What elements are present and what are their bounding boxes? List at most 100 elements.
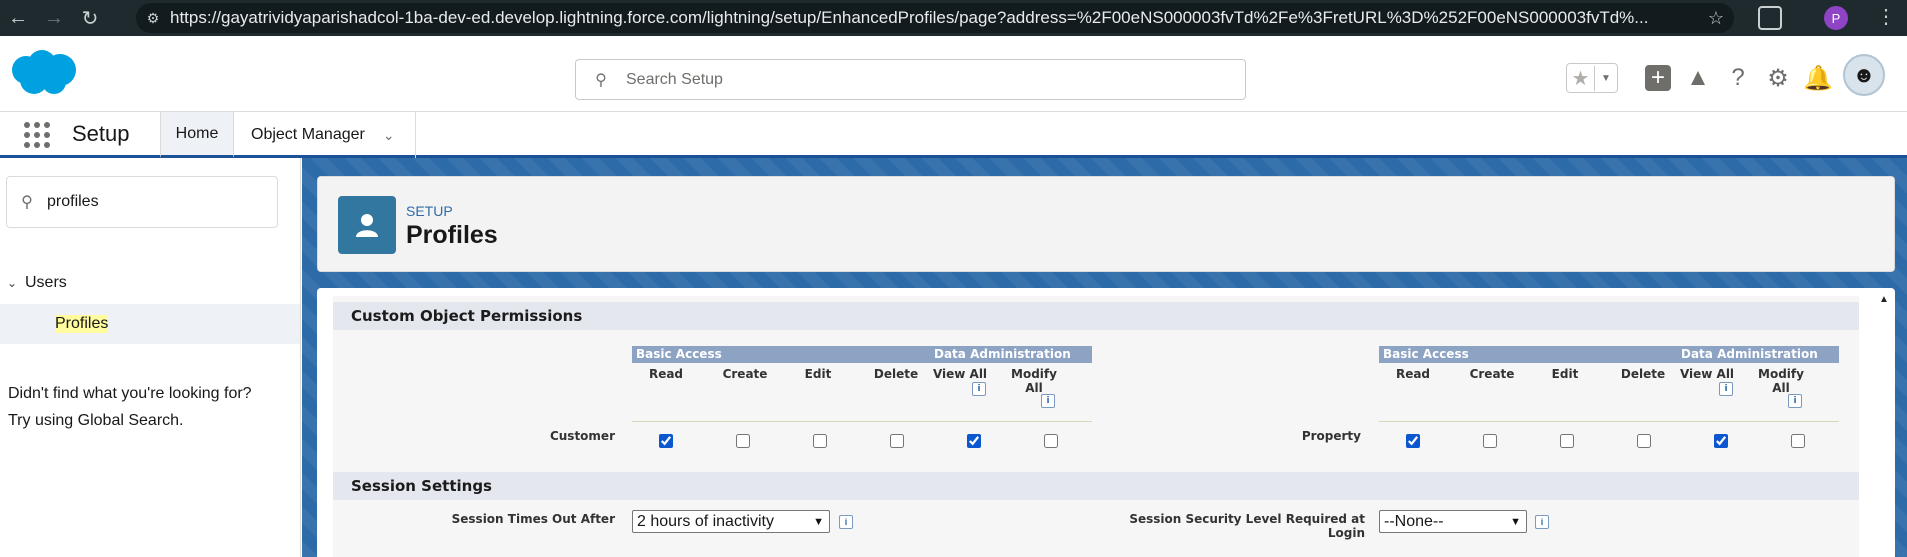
property-view-all-checkbox[interactable] xyxy=(1714,434,1728,448)
browser-menu-icon[interactable]: ⋮ xyxy=(1876,4,1896,29)
chevron-down-icon[interactable]: ⌄ xyxy=(2,276,22,290)
user-avatar[interactable]: ☻ xyxy=(1843,54,1885,96)
scroll-up-arrow-icon[interactable]: ▲ xyxy=(1879,294,1889,305)
session-timeout-label: Session Times Out After xyxy=(451,512,615,526)
customer-delete-checkbox[interactable] xyxy=(890,434,904,448)
browser-toolbar: ← → ↻ ⚙ https://gayatrividyaparishadcol-… xyxy=(0,0,1907,36)
session-timeout-select[interactable]: 2 hours of inactivity ▼ xyxy=(632,510,830,533)
col-delete: Delete xyxy=(1620,367,1666,381)
address-bar[interactable]: ⚙ https://gayatrividyaparishadcol-1ba-de… xyxy=(136,3,1734,33)
col-view-all-label: View All xyxy=(1679,367,1735,381)
row-separator xyxy=(1379,421,1839,422)
not-found-message: Didn't find what you're looking for? Try… xyxy=(8,380,252,434)
salesforce-logo-icon[interactable] xyxy=(6,48,80,98)
chevron-down-icon[interactable]: ⌄ xyxy=(383,127,395,144)
customer-edit-checkbox[interactable] xyxy=(813,434,827,448)
col-view-all: View All i xyxy=(930,367,990,396)
reload-icon[interactable]: ↻ xyxy=(72,0,108,36)
notifications-bell-icon[interactable]: 🔔 xyxy=(1798,64,1838,93)
col-read: Read xyxy=(648,367,684,381)
setup-gear-icon[interactable]: ⚙ xyxy=(1758,64,1798,93)
site-info-icon[interactable]: ⚙ xyxy=(136,10,170,27)
property-edit-checkbox[interactable] xyxy=(1560,434,1574,448)
app-launcher-icon[interactable] xyxy=(24,122,50,148)
customer-create-checkbox[interactable] xyxy=(736,434,750,448)
not-found-line-1: Didn't find what you're looking for? xyxy=(8,385,252,402)
header-actions: ★ ▼ + ▲ ? ⚙ 🔔 xyxy=(1566,63,1838,93)
property-delete-checkbox[interactable] xyxy=(1637,434,1651,448)
customer-read-checkbox[interactable] xyxy=(659,434,673,448)
quick-find-input[interactable] xyxy=(47,193,267,211)
global-actions-icon[interactable]: + xyxy=(1638,64,1678,92)
session-security-label-line-2: Login xyxy=(1327,526,1365,540)
col-modify-all-label: Modify All xyxy=(1758,367,1804,395)
col-modify-all: Modify All i xyxy=(1009,367,1059,408)
page-eyebrow: SETUP xyxy=(406,203,453,219)
global-header: ⚲ ★ ▼ + ▲ ? ⚙ 🔔 ☻ xyxy=(0,36,1907,112)
favorites-group: ★ ▼ xyxy=(1566,63,1618,93)
basic-access-header: Basic Access xyxy=(1379,346,1677,363)
extensions-icon[interactable] xyxy=(1758,6,1782,30)
browser-profile-avatar[interactable]: P xyxy=(1824,6,1848,30)
favorites-star-icon[interactable]: ★ xyxy=(1567,65,1595,91)
help-icon[interactable]: ? xyxy=(1718,64,1758,92)
info-icon[interactable]: i xyxy=(1788,393,1802,408)
session-security-label: Session Security Level Required at Login xyxy=(1093,512,1365,540)
col-delete: Delete xyxy=(873,367,919,381)
profile-detail-inner: Custom Object Permissions Basic Access D… xyxy=(333,296,1859,557)
customer-modify-all-checkbox[interactable] xyxy=(1044,434,1058,448)
tab-object-manager-label: Object Manager xyxy=(251,126,365,143)
col-edit: Edit xyxy=(1551,367,1579,381)
trailhead-icon[interactable]: ▲ xyxy=(1678,64,1718,92)
col-edit: Edit xyxy=(804,367,832,381)
tree-node-users[interactable]: ⌄ Users xyxy=(0,274,67,292)
basic-access-header: Basic Access xyxy=(632,346,930,363)
data-admin-header: Data Administration xyxy=(1677,346,1839,363)
info-icon[interactable]: i xyxy=(972,381,986,396)
user-profile-icon xyxy=(338,196,396,254)
col-view-all: View All i xyxy=(1677,367,1737,396)
session-security-value: --None-- xyxy=(1384,512,1444,530)
context-nav: Setup Home Object Manager ⌄ xyxy=(0,112,1907,158)
property-modify-all-checkbox[interactable] xyxy=(1791,434,1805,448)
page-header: SETUP Profiles xyxy=(317,176,1895,272)
setup-search-box[interactable]: ⚲ xyxy=(575,59,1246,100)
quick-find-box[interactable]: ⚲ xyxy=(6,176,278,228)
col-modify-all-label: Modify All xyxy=(1011,367,1057,395)
profile-detail-panel: Custom Object Permissions Basic Access D… xyxy=(317,288,1895,557)
info-icon[interactable]: i xyxy=(839,515,853,529)
section-custom-object-permissions: Custom Object Permissions xyxy=(333,302,1859,330)
col-create: Create xyxy=(722,367,768,381)
customer-view-all-checkbox[interactable] xyxy=(967,434,981,448)
favorites-dropdown-icon[interactable]: ▼ xyxy=(1595,73,1617,84)
info-icon[interactable]: i xyxy=(1535,515,1549,529)
session-security-select[interactable]: --None-- ▼ xyxy=(1379,510,1527,533)
tree-node-users-label: Users xyxy=(25,274,67,291)
tree-node-profiles[interactable]: Profiles xyxy=(0,304,300,344)
property-create-checkbox[interactable] xyxy=(1483,434,1497,448)
info-icon[interactable]: i xyxy=(1041,393,1055,408)
tab-home-label: Home xyxy=(175,124,219,142)
url-text[interactable]: https://gayatrividyaparishadcol-1ba-dev-… xyxy=(170,8,1670,28)
tab-object-manager[interactable]: Object Manager ⌄ xyxy=(234,112,416,158)
search-icon: ⚲ xyxy=(595,71,607,89)
setup-sidebar: ⚲ ⌄ Users Profiles Didn't find what you'… xyxy=(0,158,301,557)
session-timeout-value: 2 hours of inactivity xyxy=(637,512,774,530)
back-icon[interactable]: ← xyxy=(0,0,36,36)
object-name: Customer xyxy=(549,429,615,443)
chevron-down-icon: ▼ xyxy=(813,515,824,528)
bookmark-star-icon[interactable]: ☆ xyxy=(1708,8,1724,29)
info-icon[interactable]: i xyxy=(1719,381,1733,396)
forward-icon[interactable]: → xyxy=(36,0,72,36)
col-view-all-label: View All xyxy=(932,367,988,381)
property-read-checkbox[interactable] xyxy=(1406,434,1420,448)
page-title: Profiles xyxy=(406,221,498,249)
chevron-down-icon: ▼ xyxy=(1510,515,1521,528)
tree-node-profiles-label: Profiles xyxy=(55,315,109,333)
object-name: Property xyxy=(1301,429,1361,443)
col-create: Create xyxy=(1469,367,1515,381)
section-session-settings: Session Settings xyxy=(333,472,1859,500)
tab-home[interactable]: Home xyxy=(160,112,234,158)
setup-search-input[interactable] xyxy=(626,70,1226,89)
data-admin-header: Data Administration xyxy=(930,346,1092,363)
